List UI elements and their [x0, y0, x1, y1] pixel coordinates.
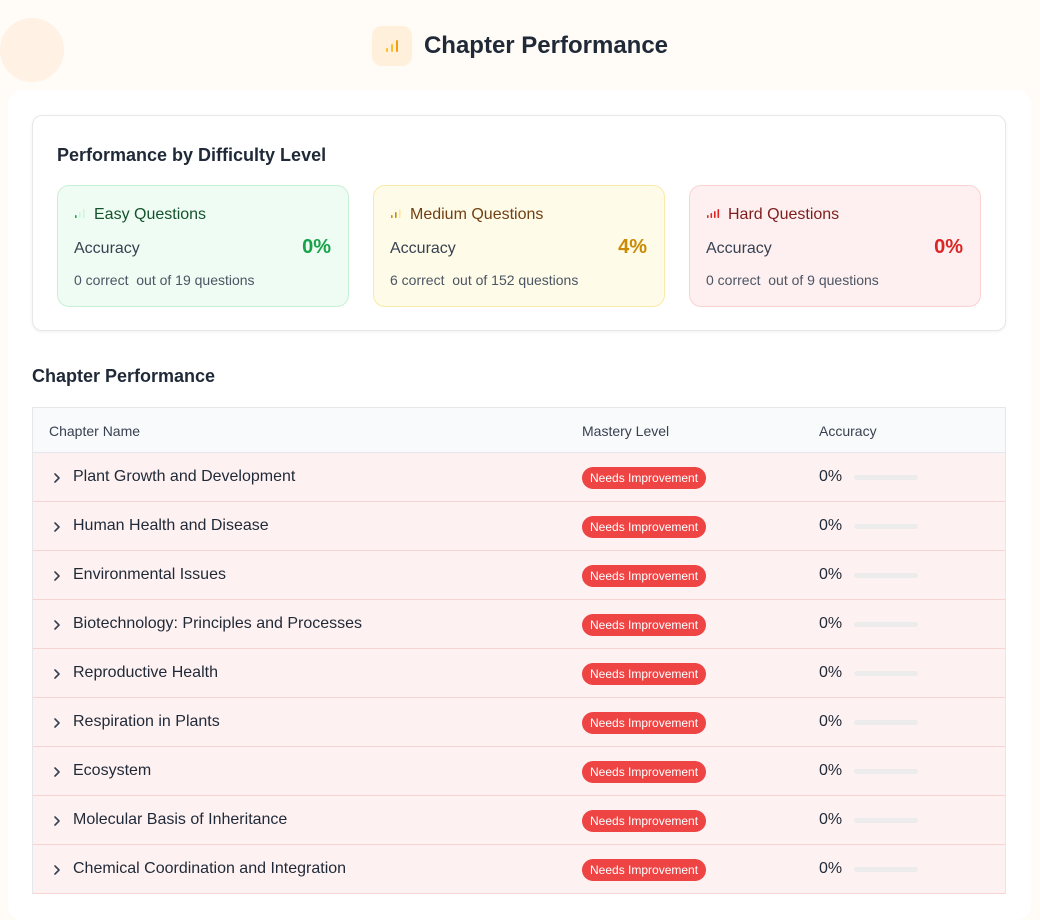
chapter-name: Plant Growth and Development	[73, 468, 296, 485]
chevron-right-icon[interactable]	[51, 569, 63, 581]
table-row[interactable]: Reproductive Health Needs Improvement 0%	[33, 649, 1005, 698]
table-header: Chapter Name Mastery Level Accuracy	[33, 408, 1005, 453]
chapter-accuracy: 0%	[819, 468, 843, 485]
medium-accuracy-label: Accuracy	[390, 240, 456, 257]
mastery-badge: Needs Improvement	[582, 516, 707, 538]
accuracy-progress-bar	[854, 475, 918, 480]
page-title: Chapter Performance	[423, 32, 669, 59]
signal-high-icon	[706, 206, 720, 224]
chevron-right-icon[interactable]	[51, 667, 63, 679]
easy-count: 0 correct out of 19 questions	[74, 272, 255, 288]
medium-level-card: Medium Questions Accuracy 4% 6 correct o…	[373, 185, 665, 307]
page-header: Chapter Performance	[0, 26, 1040, 66]
table-row[interactable]: Chemical Coordination and Integration Nee…	[33, 845, 1005, 894]
chapter-accuracy: 0%	[819, 615, 843, 632]
difficulty-card: Performance by Difficulty Level Easy Que…	[32, 115, 1006, 331]
chevron-right-icon[interactable]	[51, 471, 63, 483]
chevron-right-icon[interactable]	[51, 765, 63, 777]
easy-level-name: Easy Questions	[94, 206, 207, 223]
hard-level-name: Hard Questions	[728, 206, 840, 223]
easy-level-card: Easy Questions Accuracy 0% 0 correct out…	[57, 185, 349, 307]
table-row[interactable]: Biotechnology: Principles and Processes N…	[33, 600, 1005, 649]
easy-accuracy-value: 0%	[302, 236, 331, 258]
accuracy-progress-bar	[854, 769, 918, 774]
mastery-badge: Needs Improvement	[582, 565, 707, 587]
chevron-right-icon[interactable]	[51, 716, 63, 728]
chapter-accuracy: 0%	[819, 713, 843, 730]
chapter-name: Reproductive Health	[73, 664, 218, 681]
hard-total: out of 9 questions	[768, 272, 879, 288]
mastery-badge: Needs Improvement	[582, 712, 707, 734]
accuracy-progress-bar	[854, 818, 918, 823]
chapter-accuracy: 0%	[819, 517, 843, 534]
accuracy-progress-bar	[854, 573, 918, 578]
accuracy-progress-bar	[854, 671, 918, 676]
chevron-right-icon[interactable]	[51, 520, 63, 532]
table-row[interactable]: Human Health and Disease Needs Improvemen…	[33, 502, 1005, 551]
accuracy-progress-bar	[854, 622, 918, 627]
medium-correct: 6 correct	[390, 272, 445, 288]
medium-count: 6 correct out of 152 questions	[390, 272, 578, 288]
hard-correct: 0 correct	[706, 272, 761, 288]
chapter-accuracy: 0%	[819, 762, 843, 779]
easy-correct: 0 correct	[74, 272, 129, 288]
table-row[interactable]: Plant Growth and Development Needs Improv…	[33, 453, 1005, 502]
chevron-right-icon[interactable]	[51, 863, 63, 875]
mastery-badge: Needs Improvement	[582, 614, 707, 636]
bar-chart-icon	[371, 26, 412, 66]
hard-accuracy-value: 0%	[934, 236, 963, 258]
medium-accuracy-value: 4%	[618, 236, 647, 258]
mastery-badge: Needs Improvement	[582, 810, 707, 832]
signal-medium-icon	[390, 206, 402, 224]
column-header-chapter-name: Chapter Name	[49, 423, 141, 439]
chapter-name: Environmental Issues	[73, 566, 226, 583]
mastery-badge: Needs Improvement	[582, 761, 707, 783]
table-row[interactable]: Molecular Basis of Inheritance Needs Impr…	[33, 796, 1005, 845]
main-panel: Performance by Difficulty Level Easy Que…	[8, 90, 1031, 920]
hard-count: 0 correct out of 9 questions	[706, 272, 879, 288]
difficulty-title: Performance by Difficulty Level	[57, 145, 327, 165]
mastery-badge: Needs Improvement	[582, 859, 707, 881]
chapter-name: Ecosystem	[73, 762, 152, 779]
column-header-mastery-level: Mastery Level	[582, 423, 670, 439]
chapter-accuracy: 0%	[819, 566, 843, 583]
chevron-right-icon[interactable]	[51, 618, 63, 630]
chapter-name: Biotechnology: Principles and Processes	[73, 615, 363, 632]
easy-accuracy-label: Accuracy	[74, 240, 140, 257]
chapter-section-title: Chapter Performance	[32, 366, 216, 386]
chapter-accuracy: 0%	[819, 860, 843, 877]
accuracy-progress-bar	[854, 524, 918, 529]
table-row[interactable]: Ecosystem Needs Improvement 0%	[33, 747, 1005, 796]
chapter-name: Respiration in Plants	[73, 713, 220, 730]
signal-low-icon	[74, 206, 86, 224]
hard-level-card: Hard Questions Accuracy 0% 0 correct out…	[689, 185, 981, 307]
easy-total: out of 19 questions	[136, 272, 255, 288]
medium-level-name: Medium Questions	[410, 206, 544, 223]
accuracy-progress-bar	[854, 867, 918, 872]
mastery-badge: Needs Improvement	[582, 467, 707, 489]
chapter-table: Chapter Name Mastery Level Accuracy Plan…	[32, 407, 1006, 894]
column-header-accuracy: Accuracy	[819, 423, 877, 439]
chapter-accuracy: 0%	[819, 811, 843, 828]
chapter-name: Chemical Coordination and Integration	[73, 860, 347, 877]
mastery-badge: Needs Improvement	[582, 663, 707, 685]
table-row[interactable]: Respiration in Plants Needs Improvement 0%	[33, 698, 1005, 747]
chapter-name: Human Health and Disease	[73, 517, 269, 534]
table-row[interactable]: Environmental Issues Needs Improvement 0%	[33, 551, 1005, 600]
chevron-right-icon[interactable]	[51, 814, 63, 826]
chapter-accuracy: 0%	[819, 664, 843, 681]
hard-accuracy-label: Accuracy	[706, 240, 772, 257]
chapter-name: Molecular Basis of Inheritance	[73, 811, 288, 828]
medium-total: out of 152 questions	[452, 272, 579, 288]
accuracy-progress-bar	[854, 720, 918, 725]
